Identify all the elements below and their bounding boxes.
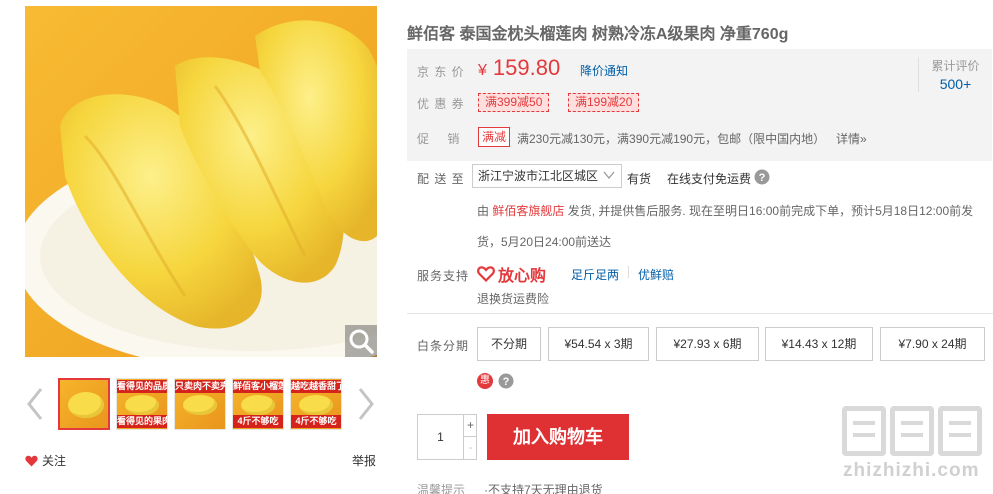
return-shipping-insurance: 退换货运费险 [477,292,550,306]
main-product-image[interactable] [25,6,377,357]
watermark-logo [842,406,982,456]
chevron-down-icon [603,171,615,180]
zoom-button[interactable] [345,325,377,357]
service-link[interactable]: 优鲜赔 [638,266,674,283]
currency-symbol: ¥ [478,62,487,79]
installment-option[interactable]: ¥14.43 x 12期 [765,327,873,361]
service-link[interactable]: 足斤足两 [571,266,619,283]
installment-option[interactable]: ¥7.90 x 24期 [880,327,985,361]
divider [407,313,993,314]
review-count-link[interactable]: 500+ [919,76,992,92]
shipping-info-line2: 货，5月20日24:00前送达 [477,235,612,249]
shop-name-link[interactable]: 鲜佰客旗舰店 [492,204,564,218]
tips-text: ·不支持7天无理由退货 [484,483,603,494]
coupon-label: 优 惠 券 [417,97,465,111]
heart-outline-icon [477,266,495,282]
thumbnail-caption: 看得见的品质 [117,380,167,393]
thumbnail-caption: 看得见的果肉 [117,415,167,428]
chevron-left-icon [27,388,43,420]
price-label: 京 东 价 [417,65,465,79]
service-label: 服务支持 [417,269,470,283]
thumbnails-prev-button[interactable] [24,386,46,422]
ship-prefix: 由 [477,204,490,218]
installment-option[interactable]: ¥27.93 x 6期 [656,327,759,361]
thumbnail[interactable]: 越吃越香甜了 4斤不够吃 [290,378,342,430]
price-summary-panel: 京 东 价 ¥159.80 降价通知 累计评价 500+ 优 惠 券 满399减… [407,49,992,161]
stock-status: 有货 [627,172,652,186]
quantity-minus-button[interactable]: - [463,437,477,459]
promo-text: 满230元减130元，满390元减190元，包邮（限中国内地） [517,132,826,146]
thumbnail-caption: 越吃越香甜了 [291,380,341,393]
heart-icon [25,455,38,466]
durian-photo [25,6,377,357]
report-link[interactable]: 举报 [352,452,376,469]
thumbnail[interactable]: 只卖肉不卖壳 [174,378,226,430]
thumbnail-caption: 鲜佰客小榴莲 [233,380,283,393]
promo-label: 促 销 [417,132,461,146]
svg-text:?: ? [503,376,510,388]
product-title: 鲜佰客 泰国金枕头榴莲肉 树熟冷冻A级果肉 净重760g [407,26,789,43]
review-label: 累计评价 [931,59,980,73]
thumbnail-caption: 4斤不够吃 [233,415,283,428]
thumbnail-caption: 4斤不够吃 [291,415,341,428]
quantity-stepper: 1 + - [417,414,477,460]
chevron-right-icon [358,388,374,420]
separator [628,266,629,278]
tips-label: 温馨提示 [417,483,466,494]
thumbnail[interactable]: 鲜佰客小榴莲 4斤不够吃 [232,378,284,430]
promo-tag: 满减 [478,127,511,147]
svg-text:?: ? [759,172,766,184]
quantity-input[interactable]: 1 [418,415,463,459]
quantity-plus-button[interactable]: + [463,415,477,437]
thumbnail-caption: 只卖肉不卖壳 [175,380,225,393]
thumbnail-strip: 看得见的品质 看得见的果肉 只卖肉不卖壳 鲜佰客小榴莲 4斤不够吃 越吃越香甜了… [58,378,342,430]
price-drop-notice-link[interactable]: 降价通知 [580,62,628,79]
address-selector[interactable]: 浙江宁波市江北区城区 [472,164,622,188]
watermark-site: zhizhizhi.com [843,460,980,481]
shipping-info-line1: 由 鲜佰客旗舰店 发货, 并提供售后服务. 现在至明日16:00前完成下单，预计… [477,202,973,219]
service-brand-text: 放心购 [498,268,547,285]
magnifier-icon [349,329,374,354]
price-value: 159.80 [492,55,561,80]
follow-button[interactable]: 关注 [25,452,66,469]
coupon-badge[interactable]: 满199减20 [568,93,640,112]
durian-thumb-image [241,395,275,415]
installment-option[interactable]: ¥54.54 x 3期 [548,327,649,361]
product-price: ¥159.80 [478,55,560,81]
durian-thumb-image [68,392,104,418]
thumbnail[interactable]: 看得见的品质 看得见的果肉 [116,378,168,430]
durian-thumb-image [299,395,333,415]
thumbnail[interactable] [58,378,110,430]
discount-badge-icon[interactable]: 惠 [477,373,493,389]
thumbnails-next-button[interactable] [355,386,377,422]
shipping-text: 发货, 并提供售后服务. 现在至明日16:00前完成下单，预计5月18日12:0… [567,204,974,218]
installment-option[interactable]: 不分期 [477,327,541,361]
durian-thumb-image [183,395,217,415]
address-value: 浙江宁波市江北区城区 [478,169,599,183]
service-brand: 放心购 [477,262,546,286]
add-to-cart-button[interactable]: 加入购物车 [487,414,629,460]
installment-label: 白条分期 [417,339,470,353]
question-icon[interactable]: ? [498,373,514,389]
coupon-badge[interactable]: 满399减50 [478,93,550,112]
durian-thumb-image [125,395,159,415]
review-summary: 累计评价 500+ [918,57,992,92]
payment-info: 在线支付免运费 [667,172,752,186]
question-icon[interactable]: ? [754,169,770,185]
promo-details-link[interactable]: 详情» [836,130,867,147]
follow-label: 关注 [42,454,67,468]
delivery-label: 配 送 至 [417,172,465,186]
